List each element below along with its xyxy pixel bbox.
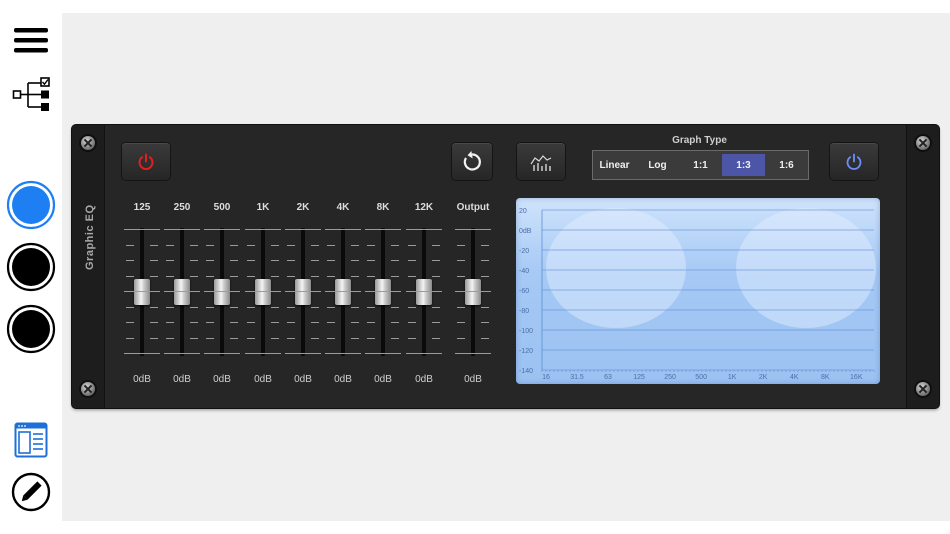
graph-x-label: 8K <box>821 374 830 381</box>
band-value-125: 0dB <box>133 374 151 385</box>
graph-type-label: Graph Type <box>672 135 727 146</box>
band-slider-500[interactable] <box>202 228 242 356</box>
slider-knob[interactable] <box>465 279 481 305</box>
device-title: Graphic EQ <box>84 204 96 270</box>
band-value-250: 0dB <box>173 374 191 385</box>
graph-type-linear[interactable]: Linear <box>593 154 636 176</box>
graph-y-label: 20 <box>519 208 527 215</box>
color-circle-black-2[interactable] <box>6 304 56 354</box>
graph-type-1-1[interactable]: 1:1 <box>679 154 722 176</box>
band-label-output: Output <box>456 202 490 213</box>
band-slider-12k[interactable] <box>404 228 444 356</box>
graph-y-label: -100 <box>519 328 533 335</box>
frequency-response-graph[interactable]: 20 0dB -20 -40 -60 -80 -100 -120 -140 16 31.5 63 125… <box>516 198 880 384</box>
graph-x-label: 31.5 <box>570 374 584 381</box>
band-label-12k: 12K <box>414 202 434 213</box>
slider-knob[interactable] <box>335 279 351 305</box>
band-slider-1k[interactable] <box>243 228 283 356</box>
output-value: 0dB <box>464 374 482 385</box>
slider-knob[interactable] <box>214 279 230 305</box>
sidebar <box>0 0 62 534</box>
band-label-250: 250 <box>173 202 191 213</box>
graph-x-label: 16 <box>542 374 550 381</box>
graph-type-selector: Linear Log 1:1 1:3 1:6 <box>592 150 809 180</box>
rack-ear-right <box>906 125 939 408</box>
band-value-12k: 0dB <box>415 374 433 385</box>
graph-x-label: 125 <box>633 374 645 381</box>
power-button-left[interactable] <box>122 143 170 180</box>
graph-x-label: 16K <box>850 374 863 381</box>
screw-icon <box>81 136 95 150</box>
power-icon <box>846 153 862 170</box>
band-slider-2k[interactable] <box>283 228 323 356</box>
slider-knob[interactable] <box>375 279 391 305</box>
slider-knob[interactable] <box>174 279 190 305</box>
band-label-8k: 8K <box>376 202 390 213</box>
band-label-125: 125 <box>133 202 151 213</box>
graph-x-label: 500 <box>695 374 707 381</box>
graph-x-label: 63 <box>604 374 612 381</box>
band-value-1k: 0dB <box>254 374 272 385</box>
power-icon <box>138 153 154 170</box>
color-circle-blue[interactable] <box>6 180 56 230</box>
graph-type-1-6[interactable]: 1:6 <box>765 154 808 176</box>
pencil-edit-icon[interactable] <box>11 472 51 512</box>
graph-y-label: 0dB <box>519 228 532 235</box>
slider-knob[interactable] <box>295 279 311 305</box>
graph-y-label: -80 <box>519 308 529 315</box>
screw-icon <box>916 382 930 396</box>
band-value-2k: 0dB <box>294 374 312 385</box>
reset-button[interactable] <box>452 143 492 180</box>
band-value-500: 0dB <box>213 374 231 385</box>
band-label-500: 500 <box>213 202 231 213</box>
band-slider-250[interactable] <box>162 228 202 356</box>
graph-toggle-button[interactable] <box>517 143 565 180</box>
band-value-4k: 0dB <box>334 374 352 385</box>
graph-x-label: 4K <box>790 374 799 381</box>
graph-x-label: 250 <box>664 374 676 381</box>
window-layout-icon[interactable] <box>13 422 49 458</box>
graph-x-label: 1K <box>728 374 737 381</box>
refresh-icon <box>463 150 481 171</box>
band-slider-8k[interactable] <box>363 228 403 356</box>
hamburger-menu-icon[interactable] <box>12 24 50 56</box>
graph-type-1-3[interactable]: 1:3 <box>722 154 765 176</box>
graph-y-label: -40 <box>519 268 529 275</box>
graph-y-label: -20 <box>519 248 529 255</box>
graph-x-label: 2K <box>759 374 768 381</box>
band-label-2k: 2K <box>296 202 310 213</box>
band-value-8k: 0dB <box>374 374 392 385</box>
graph-type-log[interactable]: Log <box>636 154 679 176</box>
slider-knob[interactable] <box>134 279 150 305</box>
screw-icon <box>81 382 95 396</box>
band-label-4k: 4K <box>336 202 350 213</box>
slider-knob[interactable] <box>416 279 432 305</box>
band-label-1k: 1K <box>256 202 270 213</box>
band-slider-125[interactable] <box>122 228 162 356</box>
graph-y-label: -120 <box>519 348 533 355</box>
graph-y-label: -140 <box>519 368 533 375</box>
color-circle-black-1[interactable] <box>6 242 56 292</box>
output-slider[interactable] <box>453 228 493 356</box>
routing-tree-icon[interactable] <box>12 77 52 113</box>
band-slider-4k[interactable] <box>323 228 363 356</box>
graph-y-label: -60 <box>519 288 529 295</box>
power-button-right[interactable] <box>830 143 878 180</box>
slider-knob[interactable] <box>255 279 271 305</box>
screw-icon <box>916 136 930 150</box>
eq-graph-icon <box>530 154 552 171</box>
